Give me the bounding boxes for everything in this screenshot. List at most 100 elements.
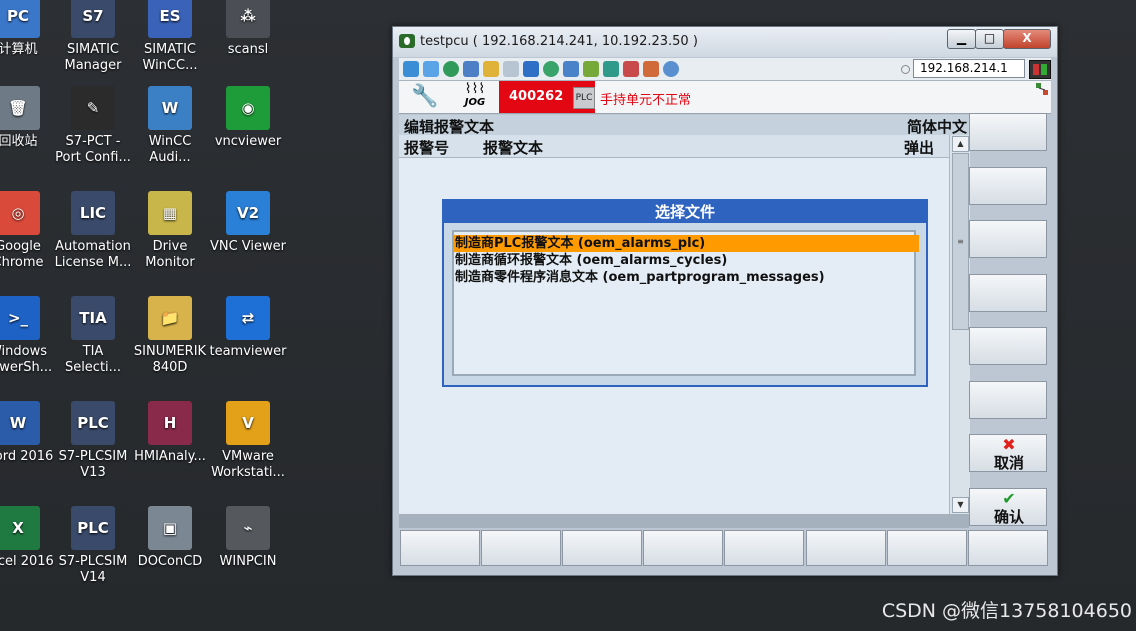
options-icon[interactable] xyxy=(483,61,499,77)
stop-icon[interactable] xyxy=(623,61,639,77)
app-icon: TIA xyxy=(71,296,115,340)
desktop-icon[interactable]: ⁂ scansl xyxy=(202,0,294,58)
desktop-icon[interactable]: ⇄ teamviewer xyxy=(202,296,294,360)
desktop-icon[interactable]: V2 VNC Viewer xyxy=(202,191,294,255)
app-icon: ▣ xyxy=(148,506,192,550)
desktop-icon-label: scansl xyxy=(227,42,269,57)
file-list: 制造商PLC报警文本 (oem_alarms_plc) 制造商循环报警文本 (o… xyxy=(452,230,919,376)
app-icon: PLC xyxy=(71,401,115,445)
network-icon[interactable] xyxy=(543,61,559,77)
cancel-label: 取消 xyxy=(993,454,1024,472)
title-bar[interactable]: testpcu ( 192.168.214.241, 10.192.23.50 … xyxy=(393,27,1057,57)
transfer-icon[interactable] xyxy=(563,61,579,77)
app-icon: PLC xyxy=(71,506,115,550)
vertical-softkey-1[interactable] xyxy=(969,113,1047,151)
alarm-text: 手持单元不正常 xyxy=(600,93,692,108)
vertical-softkey-4[interactable] xyxy=(969,274,1047,312)
column-alarm-number: 报警号 xyxy=(404,139,450,157)
vertical-softkey-2[interactable] xyxy=(969,167,1047,205)
vnc-eye-icon xyxy=(399,34,415,48)
vnc-toolbar xyxy=(399,58,1051,81)
desktop-icon-label: teamviewer xyxy=(209,344,287,359)
horizontal-softkey-3[interactable] xyxy=(562,530,642,566)
scroll-thumb[interactable]: ≡ xyxy=(952,153,969,330)
app-icon: ⁂ xyxy=(226,0,270,38)
dialog-title: 选择文件 xyxy=(444,201,926,223)
column-headers: 报警号 报警文本 弹出 xyxy=(399,135,949,158)
editor-title: 编辑报警文本 xyxy=(404,118,495,136)
app-icon: V2 xyxy=(226,191,270,235)
mode-label: JOG xyxy=(464,97,486,108)
vertical-softkey-6[interactable] xyxy=(969,381,1047,419)
ip-address-field[interactable] xyxy=(913,59,1025,78)
desktop-icon[interactable]: ⌁ WINPCIN xyxy=(202,506,294,570)
file-option-cycles[interactable]: 制造商循环报警文本 (oem_alarms_cycles) xyxy=(454,252,919,269)
ok-button[interactable]: ✔ 确认 xyxy=(969,488,1047,526)
app-icon: S7 xyxy=(71,0,115,38)
desktop-icon[interactable]: V VMware Workstati... xyxy=(202,401,294,481)
app-icon: V xyxy=(226,401,270,445)
alarm-number: 400262 xyxy=(509,89,564,104)
alarm-box[interactable]: 400262 PLC xyxy=(499,81,595,113)
desktop-icon-label: vncviewer xyxy=(214,134,282,149)
horizontal-softkey-7[interactable] xyxy=(887,530,967,566)
file-option-plc[interactable]: 制造商PLC报警文本 (oem_alarms_plc) xyxy=(454,235,919,252)
vertical-softkey-5[interactable] xyxy=(969,327,1047,365)
select-file-dialog: 选择文件 制造商PLC报警文本 (oem_alarms_plc) 制造商循环报警… xyxy=(442,199,928,387)
app-icon: >_ xyxy=(0,296,40,340)
connection-status-icon[interactable] xyxy=(1029,60,1051,79)
horizontal-softkey-2[interactable] xyxy=(481,530,561,566)
connection-icon[interactable] xyxy=(403,61,419,77)
app-icon: ⇄ xyxy=(226,296,270,340)
checkmark-icon: ✔ xyxy=(1002,489,1016,508)
vertical-scrollbar[interactable]: ▲ ≡ ▼ xyxy=(949,135,970,514)
app-icon: ◎ xyxy=(0,191,40,235)
app-icon: W xyxy=(0,401,40,445)
tools-icon[interactable] xyxy=(583,61,599,77)
mode-indicator: ⌇⌇⌇ JOG xyxy=(455,81,495,113)
refresh-icon[interactable] xyxy=(463,61,479,77)
app-icon: ✎ xyxy=(71,86,115,130)
status-strip xyxy=(399,514,969,528)
cancel-x-icon: ✖ xyxy=(1002,435,1016,454)
scroll-up-icon[interactable]: ▲ xyxy=(952,136,969,152)
app-icon: ▦ xyxy=(148,191,192,235)
close-button[interactable]: X xyxy=(1003,29,1051,49)
window-title: testpcu ( 192.168.214.241, 10.192.23.50 … xyxy=(420,34,698,49)
maximize-button[interactable]: □ xyxy=(975,29,1004,49)
app-icon: X xyxy=(0,506,40,550)
alert-icon[interactable] xyxy=(643,61,659,77)
desktop-icon-label: VMware Workstati... xyxy=(211,449,285,480)
horizontal-softkey-6[interactable] xyxy=(806,530,886,566)
globe-icon[interactable] xyxy=(443,61,459,77)
column-popup: 弹出 xyxy=(904,139,935,157)
app-icon: PC xyxy=(0,0,40,38)
app-icon: LIC xyxy=(71,191,115,235)
horizontal-softkey-4[interactable] xyxy=(643,530,723,566)
ok-label: 确认 xyxy=(993,508,1024,526)
horizontal-softkey-8[interactable] xyxy=(968,530,1048,566)
status-row: 🔧 ⌇⌇⌇ JOG 400262 PLC 手持单元不正常 xyxy=(399,81,1051,114)
help-icon[interactable] xyxy=(663,61,679,77)
desktop-icon[interactable]: ◉ vncviewer xyxy=(202,86,294,150)
vertical-softkey-3[interactable] xyxy=(969,220,1047,258)
sync-icon[interactable] xyxy=(603,61,619,77)
app-icon: H xyxy=(148,401,192,445)
cancel-button[interactable]: ✖ 取消 xyxy=(969,434,1047,472)
app-icon: ES xyxy=(148,0,192,38)
watermark: CSDN @微信13758104650 xyxy=(881,600,1132,622)
window-icon[interactable] xyxy=(423,61,439,77)
desktop-icon-label: WINPCIN xyxy=(219,554,277,569)
file-option-partprogram[interactable]: 制造商零件程序消息文本 (oem_partprogram_messages) xyxy=(454,269,919,286)
scroll-down-icon[interactable]: ▼ xyxy=(952,497,969,513)
app-icon: ⌁ xyxy=(226,506,270,550)
app-icon: W xyxy=(148,86,192,130)
book-icon[interactable] xyxy=(523,61,539,77)
jog-wave-icon: ⌇⌇⌇ xyxy=(464,81,486,97)
spellcheck-icon[interactable] xyxy=(503,61,519,77)
horizontal-softkey-5[interactable] xyxy=(724,530,804,566)
horizontal-softkey-1[interactable] xyxy=(400,530,480,566)
minimize-button[interactable]: ▁ xyxy=(947,29,976,49)
app-icon: 🗑 xyxy=(0,86,40,130)
hmi-window: testpcu ( 192.168.214.241, 10.192.23.50 … xyxy=(392,26,1058,576)
